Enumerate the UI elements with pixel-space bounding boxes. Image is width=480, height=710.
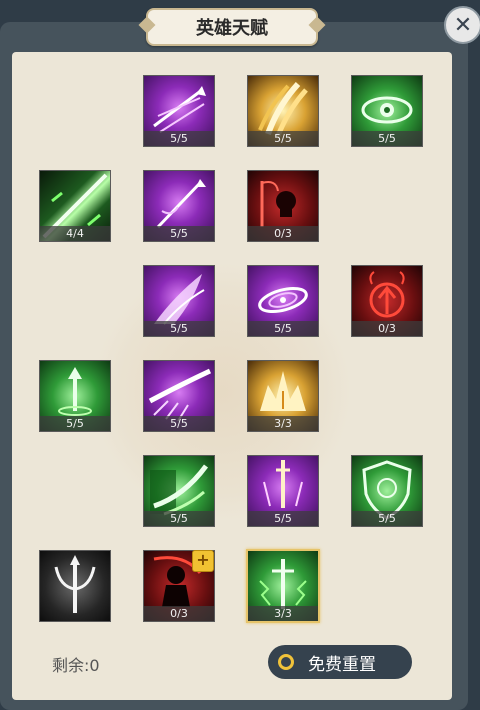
talent-count: 5/5 (144, 226, 214, 241)
page-title: 英雄天赋 (146, 8, 318, 46)
talent-tile-sword-rain[interactable]: 5/5 (247, 455, 319, 527)
talent-count: 5/5 (248, 511, 318, 526)
talent-count: 5/5 (144, 416, 214, 431)
talent-count: 5/5 (144, 321, 214, 336)
close-button[interactable]: ✕ (444, 6, 480, 44)
talent-count: 5/5 (144, 511, 214, 526)
talent-tile-leaf-shield[interactable]: 5/5 (351, 455, 423, 527)
talent-tile-golden-claws[interactable]: 5/5 (247, 75, 319, 147)
talent-count: 5/5 (248, 131, 318, 146)
talent-count: 3/3 (248, 606, 318, 621)
talent-tile-green-blade-storm[interactable]: 4/4 (39, 170, 111, 242)
upgrade-plus-button[interactable]: + (192, 550, 214, 572)
remaining-points: 剩余:0 (52, 656, 100, 675)
free-reset-button[interactable]: 免费重置 (268, 645, 412, 679)
talent-tile-demon-sigil[interactable]: 0/3 (351, 265, 423, 337)
trident-icon (54, 555, 96, 613)
talent-count: 0/3 (352, 321, 422, 336)
talent-tile-void-vortex[interactable]: 5/5 (247, 265, 319, 337)
talent-count: 5/5 (248, 321, 318, 336)
coin-icon (278, 654, 294, 670)
talent-tile-arrows-volley[interactable]: 5/5 (143, 75, 215, 147)
talent-tile-thunder-sword[interactable]: 3/3 (246, 549, 320, 623)
talent-count: 5/5 (144, 131, 214, 146)
talent-count: 0/3 (144, 606, 214, 621)
talent-tile-spirit-arrow[interactable]: 5/5 (143, 170, 215, 242)
talent-tile-trident-ward[interactable] (39, 550, 111, 622)
free-reset-label: 免费重置 (308, 654, 376, 675)
talent-tile-scale-claw[interactable]: 5/5 (143, 455, 215, 527)
talent-tile-golden-crown[interactable]: 3/3 (247, 360, 319, 432)
talent-tile-green-eye[interactable]: 5/5 (351, 75, 423, 147)
talent-count: 3/3 (248, 416, 318, 431)
talent-tile-purple-wing[interactable]: 5/5 (143, 265, 215, 337)
talent-count: 0/3 (248, 226, 318, 241)
talent-count: 5/5 (352, 511, 422, 526)
talent-count: 5/5 (40, 416, 110, 431)
talent-count: 5/5 (352, 131, 422, 146)
talent-tile-purple-slash[interactable]: 5/5 (143, 360, 215, 432)
talent-tile-nature-arrow[interactable]: 5/5 (39, 360, 111, 432)
talent-tile-skull-sickle[interactable]: 0/3 (247, 170, 319, 242)
page-title-text: 英雄天赋 (196, 18, 268, 39)
talent-count: 4/4 (40, 226, 110, 241)
close-icon: ✕ (453, 12, 473, 38)
